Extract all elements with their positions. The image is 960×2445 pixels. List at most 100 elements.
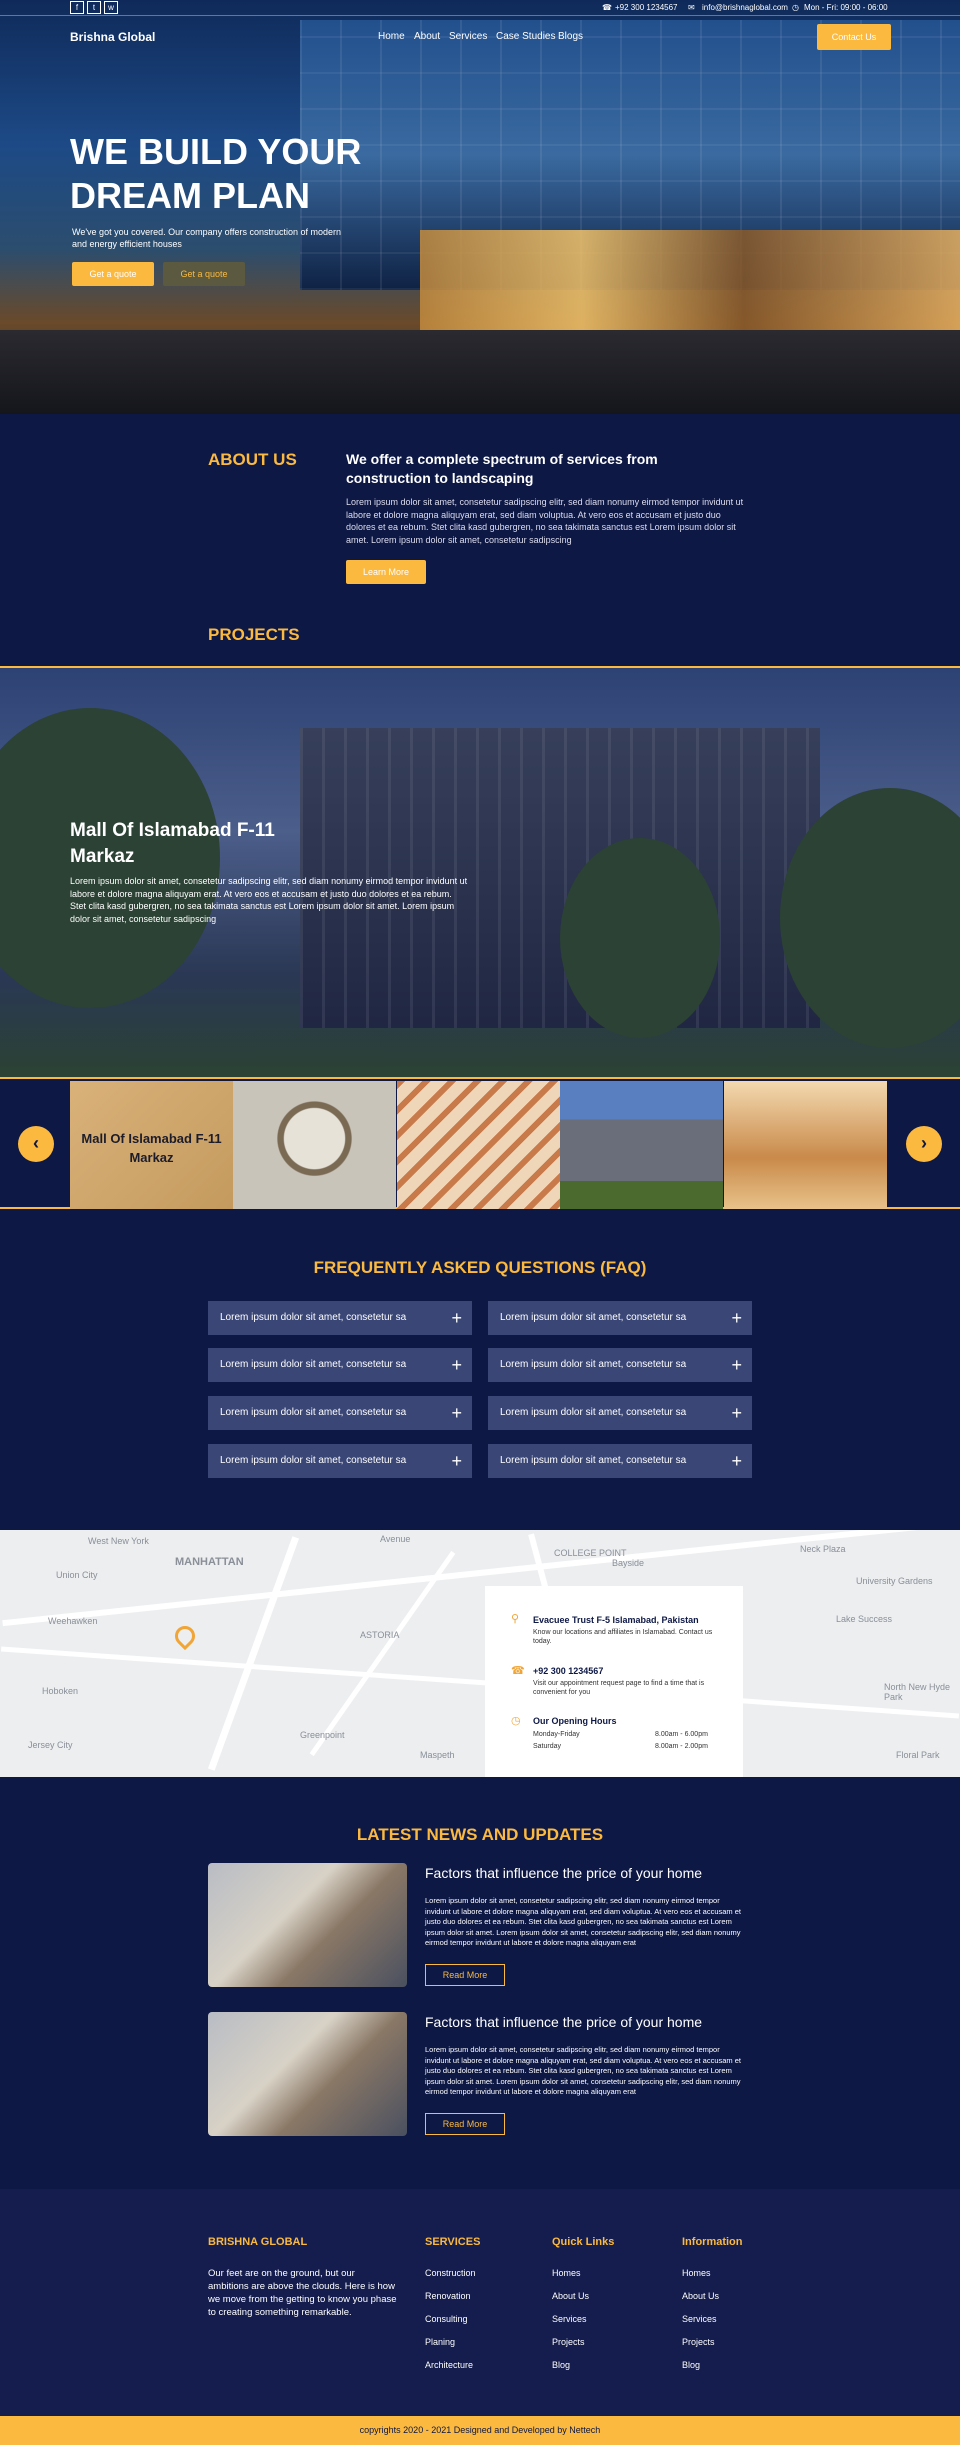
top-bar: f t w ☎ +92 300 1234567 ✉ info@brishnagl…	[0, 0, 960, 16]
faq-item[interactable]: Lorem ipsum dolor sit amet, consetetur s…	[208, 1396, 472, 1430]
nav-services[interactable]: Services	[449, 31, 487, 42]
footer-description: Our feet are on the ground, but our ambi…	[208, 2268, 397, 2318]
read-more-button[interactable]: Read More	[425, 2113, 505, 2135]
get-quote-secondary-button[interactable]: Get a quote	[163, 262, 245, 286]
footer-link[interactable]: Consulting	[425, 2314, 468, 2324]
thumb-building[interactable]	[560, 1081, 723, 1209]
faq-item[interactable]: Lorem ipsum dolor sit amet, consetetur s…	[488, 1444, 752, 1478]
map-label: Hoboken	[42, 1686, 79, 1696]
footer-link[interactable]: About Us	[552, 2291, 589, 2301]
facebook-icon[interactable]: f	[70, 1, 84, 14]
map-label: MANHATTAN	[175, 1556, 244, 1568]
thumb-mall-label[interactable]: Mall Of Islamabad F-11 Markaz	[70, 1081, 233, 1209]
phone-icon: ☎	[602, 3, 612, 12]
about-text: Lorem ipsum dolor sit amet, consetetur s…	[346, 497, 744, 545]
thumb-interior[interactable]	[724, 1081, 887, 1209]
hero-subtitle: We've got you covered. Our company offer…	[72, 227, 342, 249]
news-heading[interactable]: Factors that influence the price of your…	[425, 1865, 755, 1881]
thumb-atrium[interactable]	[233, 1081, 396, 1209]
faq-question: Lorem ipsum dolor sit amet, consetetur s…	[220, 1407, 407, 1418]
carousel-prev-icon[interactable]: ‹	[18, 1126, 54, 1162]
footer-link[interactable]: Construction	[425, 2268, 476, 2278]
project-overlay	[0, 668, 960, 1077]
footer-link[interactable]: Services	[552, 2314, 587, 2324]
clock-icon: ◷	[792, 3, 799, 12]
footer-link[interactable]: Projects	[682, 2337, 715, 2347]
faq-question: Lorem ipsum dolor sit amet, consetetur s…	[500, 1359, 687, 1370]
learn-more-button[interactable]: Learn More	[346, 560, 426, 584]
faq-item[interactable]: Lorem ipsum dolor sit amet, consetetur s…	[208, 1348, 472, 1382]
card-phone[interactable]: +92 300 1234567	[533, 1666, 603, 1676]
copyright-bar: copyrights 2020 - 2021 Designed and Deve…	[0, 2416, 960, 2445]
plus-icon: +	[731, 1355, 742, 1375]
footer-link[interactable]: Services	[682, 2314, 717, 2324]
footer-link[interactable]: Projects	[552, 2337, 585, 2347]
hero-storefront	[420, 230, 960, 340]
address-title: Evacuee Trust F-5 Islamabad, Pakistan	[533, 1615, 699, 1625]
map-label: Bayside	[612, 1558, 645, 1568]
footer-link[interactable]: Blog	[682, 2360, 700, 2370]
topbar-phone[interactable]: +92 300 1234567	[615, 3, 678, 12]
map-road	[0, 1646, 960, 1719]
footer-link[interactable]: Renovation	[425, 2291, 471, 2301]
footer-link[interactable]: Homes	[682, 2268, 711, 2278]
thumb-escalators[interactable]	[397, 1081, 560, 1209]
footer-link[interactable]: Homes	[552, 2268, 581, 2278]
map-label: Floral Park	[896, 1750, 940, 1760]
map-label: North New Hyde Park	[884, 1682, 951, 1702]
clock-icon: ◷	[511, 1715, 521, 1727]
footer-link[interactable]: About Us	[682, 2291, 719, 2301]
footer-link[interactable]: Blog	[552, 2360, 570, 2370]
map-road	[207, 1536, 300, 1771]
faq-item[interactable]: Lorem ipsum dolor sit amet, consetetur s…	[208, 1444, 472, 1478]
map-label: ASTORIA	[360, 1630, 400, 1640]
map-label: University Gardens	[856, 1576, 933, 1586]
twitter-icon[interactable]: t	[87, 1, 101, 14]
faq-item[interactable]: Lorem ipsum dolor sit amet, consetetur s…	[488, 1396, 752, 1430]
plus-icon: +	[451, 1308, 462, 1328]
news-image[interactable]	[208, 1863, 407, 1987]
map-label: Jersey City	[28, 1740, 73, 1750]
faq-question: Lorem ipsum dolor sit amet, consetetur s…	[500, 1455, 687, 1466]
news-heading[interactable]: Factors that influence the price of your…	[425, 2014, 755, 2030]
footer-link[interactable]: Planing	[425, 2337, 455, 2347]
faq-item[interactable]: Lorem ipsum dolor sit amet, consetetur s…	[488, 1301, 752, 1335]
map-label: Weehawken	[48, 1616, 98, 1626]
topbar-email[interactable]: info@brishnaglobal.com	[702, 3, 788, 12]
map-label: Neck Plaza	[800, 1544, 846, 1554]
plus-icon: +	[731, 1451, 742, 1471]
whatsapp-icon[interactable]: w	[104, 1, 118, 14]
footer-quick-title: Quick Links	[552, 2236, 615, 2248]
news-image[interactable]	[208, 2012, 407, 2136]
footer	[0, 2189, 960, 2416]
get-quote-button[interactable]: Get a quote	[72, 262, 154, 286]
hours-time: 8.00am - 2.00pm	[655, 1743, 708, 1750]
projects-title: PROJECTS	[208, 625, 300, 644]
topbar-hours: Mon - Fri: 09:00 - 06:00	[804, 3, 888, 12]
phone-icon: ☎	[511, 1665, 525, 1677]
map-label: COLLEGE POINT	[554, 1548, 627, 1558]
news-text: Lorem ipsum dolor sit amet, consetetur s…	[425, 2045, 742, 2096]
nav-case-studies[interactable]: Case Studies	[496, 31, 555, 42]
news-text: Lorem ipsum dolor sit amet, consetetur s…	[425, 1896, 742, 1947]
plus-icon: +	[451, 1403, 462, 1423]
footer-link[interactable]: Architecture	[425, 2360, 473, 2370]
faq-item[interactable]: Lorem ipsum dolor sit amet, consetetur s…	[488, 1348, 752, 1382]
nav-home[interactable]: Home	[378, 31, 405, 42]
contact-us-button[interactable]: Contact Us	[817, 24, 891, 50]
faq-item[interactable]: Lorem ipsum dolor sit amet, consetetur s…	[208, 1301, 472, 1335]
read-more-button[interactable]: Read More	[425, 1964, 505, 1986]
project-text: Lorem ipsum dolor sit amet, consetetur s…	[70, 876, 468, 924]
map-label: Lake Success	[836, 1614, 893, 1624]
footer-brand: BRISHNA GLOBAL	[208, 2236, 308, 2248]
nav-about[interactable]: About	[414, 31, 440, 42]
carousel-next-icon[interactable]: ›	[906, 1126, 942, 1162]
plus-icon: +	[731, 1308, 742, 1328]
site-logo[interactable]: Brishna Global	[70, 30, 155, 44]
phone-text: Visit our appointment request page to fi…	[533, 1680, 705, 1696]
nav-blogs[interactable]: Blogs	[558, 31, 583, 42]
location-map[interactable]: West New York MANHATTAN Union City Weeha…	[0, 1530, 960, 1777]
hero-plaza	[0, 330, 960, 414]
project-title: Mall Of Islamabad F-11 Markaz	[70, 820, 275, 867]
plus-icon: +	[731, 1403, 742, 1423]
